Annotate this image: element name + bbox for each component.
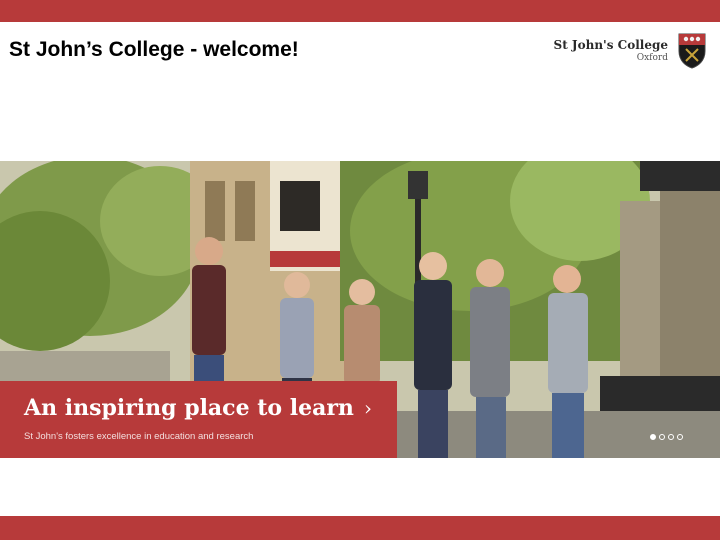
logo-text: St John's College Oxford xyxy=(554,38,668,64)
carousel-dot[interactable] xyxy=(659,434,665,440)
logo-name: St John's College xyxy=(553,38,668,52)
carousel-dot[interactable] xyxy=(677,434,683,440)
bottom-accent-bar xyxy=(0,516,720,540)
carousel-dots xyxy=(650,434,683,440)
caption-headline[interactable]: An inspiring place to learn › xyxy=(24,395,372,421)
chevron-right-icon: › xyxy=(363,396,372,420)
caption-subtext: St John's fosters excellence in educatio… xyxy=(24,431,254,442)
hero-banner[interactable]: An inspiring place to learn › St John's f… xyxy=(0,161,720,458)
carousel-dot[interactable] xyxy=(650,434,656,440)
caption-panel[interactable]: An inspiring place to learn › St John's f… xyxy=(0,381,397,458)
logo-subtitle: Oxford xyxy=(636,53,668,63)
caption-headline-text: An inspiring place to learn xyxy=(24,395,354,421)
college-logo[interactable]: St John's College Oxford xyxy=(554,33,706,69)
page-title: St John’s College - welcome! xyxy=(9,38,299,61)
carousel-dot[interactable] xyxy=(668,434,674,440)
crest-icon xyxy=(678,33,706,69)
top-accent-bar xyxy=(0,0,720,22)
